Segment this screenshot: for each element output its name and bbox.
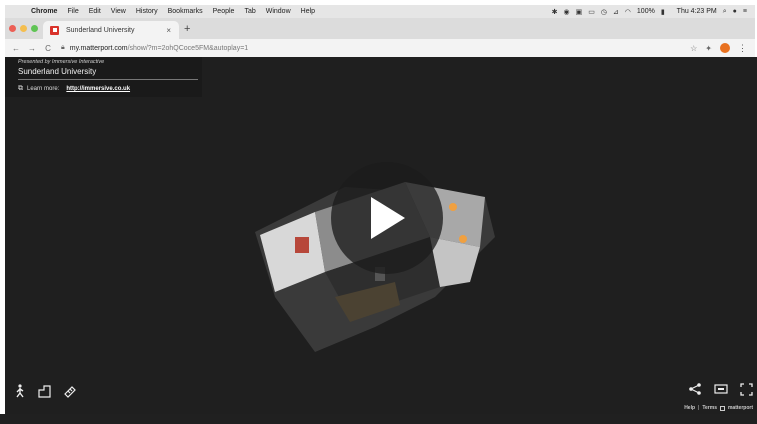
- wifi-icon[interactable]: ◠: [625, 8, 631, 16]
- matterport-logo-icon: [719, 405, 725, 411]
- time-machine-icon[interactable]: ◷: [601, 8, 607, 16]
- zoom-window-button[interactable]: [31, 25, 38, 32]
- browser-toolbar: ← → C 🔒︎ my.matterport.com /show/?m=2ohQ…: [5, 39, 755, 57]
- profile-avatar[interactable]: [720, 43, 730, 53]
- model-light-1: [449, 203, 457, 211]
- forward-button[interactable]: →: [27, 44, 37, 53]
- screen-record-icon[interactable]: ▣: [576, 8, 583, 16]
- vr-icon[interactable]: [714, 383, 728, 395]
- walk-mode-icon[interactable]: [14, 384, 26, 398]
- new-tab-button[interactable]: +: [184, 23, 190, 35]
- url-path: /show/?m=2ohQCoce5FM&autoplay=1: [127, 44, 249, 52]
- spotlight-search-icon[interactable]: ⌕: [723, 8, 727, 16]
- learn-more-label: Learn more:: [27, 86, 60, 92]
- menu-edit[interactable]: Edit: [89, 8, 101, 15]
- menu-bookmarks[interactable]: Bookmarks: [168, 8, 203, 15]
- floorplan-icon[interactable]: [38, 384, 51, 398]
- viewer-actions: [688, 382, 753, 396]
- info-divider: [18, 79, 198, 80]
- bottom-strip: [0, 414, 757, 424]
- menu-history[interactable]: History: [136, 8, 158, 15]
- menu-view[interactable]: View: [111, 8, 126, 15]
- matterport-viewer[interactable]: Presented by Immersive Interactive Sunde…: [5, 57, 757, 414]
- back-button[interactable]: ←: [11, 44, 21, 53]
- battery-percent[interactable]: 100%: [637, 8, 655, 15]
- menu-file[interactable]: File: [67, 8, 78, 15]
- bluetooth-icon[interactable]: ✱: [552, 8, 558, 16]
- tab-strip: Sunderland University × +: [5, 18, 755, 39]
- external-link-icon: ⧉: [18, 85, 23, 92]
- reload-button[interactable]: C: [43, 44, 53, 53]
- site-favicon-icon: [50, 25, 59, 35]
- shield-icon[interactable]: ◉: [563, 8, 569, 16]
- learn-more-link[interactable]: http://immersive.co.uk: [66, 86, 130, 92]
- view-mode-controls: [14, 384, 76, 398]
- url-domain: my.matterport.com: [69, 44, 128, 52]
- model-light-2: [459, 235, 467, 243]
- viewer-footer: Help | Terms matterport: [684, 405, 753, 411]
- status-tray: ✱ ◉ ▣ ▭ ◷ ⊿ ◠ 100% ▮ Thu 4:23 PM ⌕ ● ≡: [552, 8, 755, 16]
- terms-link[interactable]: Terms: [702, 405, 717, 411]
- clock[interactable]: Thu 4:23 PM: [677, 8, 717, 15]
- menu-tab[interactable]: Tab: [244, 8, 255, 15]
- help-link[interactable]: Help: [684, 405, 695, 411]
- model-red-detail: [295, 237, 309, 253]
- footer-separator: |: [698, 405, 700, 411]
- extension-icon[interactable]: ✦: [705, 44, 712, 53]
- bookmark-star-icon[interactable]: ☆: [690, 44, 697, 53]
- tab-close-icon[interactable]: ×: [166, 26, 171, 35]
- menu-people[interactable]: People: [213, 8, 235, 15]
- play-icon: [371, 197, 405, 239]
- siri-icon[interactable]: ●: [733, 8, 737, 15]
- space-name: Sunderland University: [18, 67, 97, 76]
- matterport-brand[interactable]: matterport: [728, 405, 753, 411]
- menu-help[interactable]: Help: [301, 8, 315, 15]
- mac-menu-bar: Chrome File Edit View History Bookmarks …: [5, 5, 755, 18]
- window-controls: [9, 25, 38, 32]
- measure-icon[interactable]: [63, 385, 76, 398]
- toolbar-actions: ☆ ✦ ⋮: [690, 43, 747, 54]
- battery-icon[interactable]: ▮: [661, 8, 665, 16]
- tab-sunderland-university[interactable]: Sunderland University ×: [43, 21, 179, 39]
- menu-chrome[interactable]: Chrome: [31, 8, 57, 15]
- notification-center-icon[interactable]: ≡: [743, 8, 747, 15]
- lock-icon: 🔒︎: [61, 44, 65, 51]
- airplay-icon[interactable]: ⊿: [613, 8, 619, 16]
- fullscreen-icon[interactable]: [740, 382, 753, 396]
- display-icon[interactable]: ▭: [588, 8, 595, 16]
- close-window-button[interactable]: [9, 25, 16, 32]
- address-bar[interactable]: 🔒︎ my.matterport.com /show/?m=2ohQCoce5F…: [61, 44, 690, 52]
- tab-title: Sunderland University: [66, 26, 135, 34]
- menu-window[interactable]: Window: [266, 8, 291, 15]
- space-info-panel: Presented by Immersive Interactive Sunde…: [5, 57, 202, 97]
- share-icon[interactable]: [688, 382, 702, 396]
- learn-more-row: ⧉ Learn more: http://immersive.co.uk: [18, 85, 202, 93]
- play-button[interactable]: [331, 162, 443, 274]
- more-menu-icon[interactable]: ⋮: [738, 43, 747, 54]
- minimize-window-button[interactable]: [20, 25, 27, 32]
- presented-by: Presented by Immersive Interactive: [18, 59, 105, 65]
